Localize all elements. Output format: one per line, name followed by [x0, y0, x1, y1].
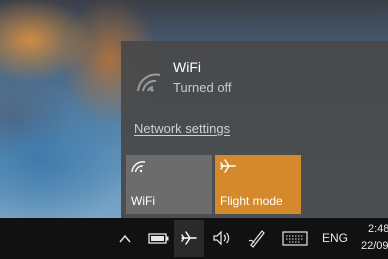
- airplane-icon: [220, 159, 236, 173]
- flight-mode-tile[interactable]: Flight mode: [215, 155, 301, 214]
- wifi-network-row[interactable]: WiFi Turned off: [135, 59, 375, 99]
- clock-time[interactable]: 2:48: [368, 223, 388, 235]
- clock-date[interactable]: 22/09: [361, 240, 388, 252]
- wifi-icon: [135, 69, 163, 93]
- wifi-icon: [131, 159, 147, 173]
- wifi-name: WiFi: [173, 59, 201, 75]
- wifi-toggle-tile[interactable]: WiFi: [126, 155, 212, 214]
- battery-icon[interactable]: [148, 227, 170, 249]
- airplane-icon: [181, 231, 197, 245]
- volume-icon[interactable]: [212, 227, 232, 249]
- input-language-indicator[interactable]: ENG: [322, 231, 348, 253]
- flight-mode-tile-label: Flight mode: [220, 194, 283, 208]
- airplane-mode-tray-button[interactable]: [174, 220, 204, 257]
- chevron-up-icon[interactable]: [118, 227, 132, 249]
- network-settings-link[interactable]: Network settings: [134, 121, 230, 136]
- taskbar: ENG 2:48 22/09: [0, 218, 388, 259]
- wifi-status: Turned off: [173, 80, 232, 95]
- pen-icon[interactable]: [247, 227, 267, 249]
- keyboard-icon[interactable]: [282, 227, 308, 249]
- wifi-tile-label: WiFi: [131, 194, 155, 208]
- network-flyout: WiFi Turned off Network settings WiFi Fl…: [121, 41, 388, 218]
